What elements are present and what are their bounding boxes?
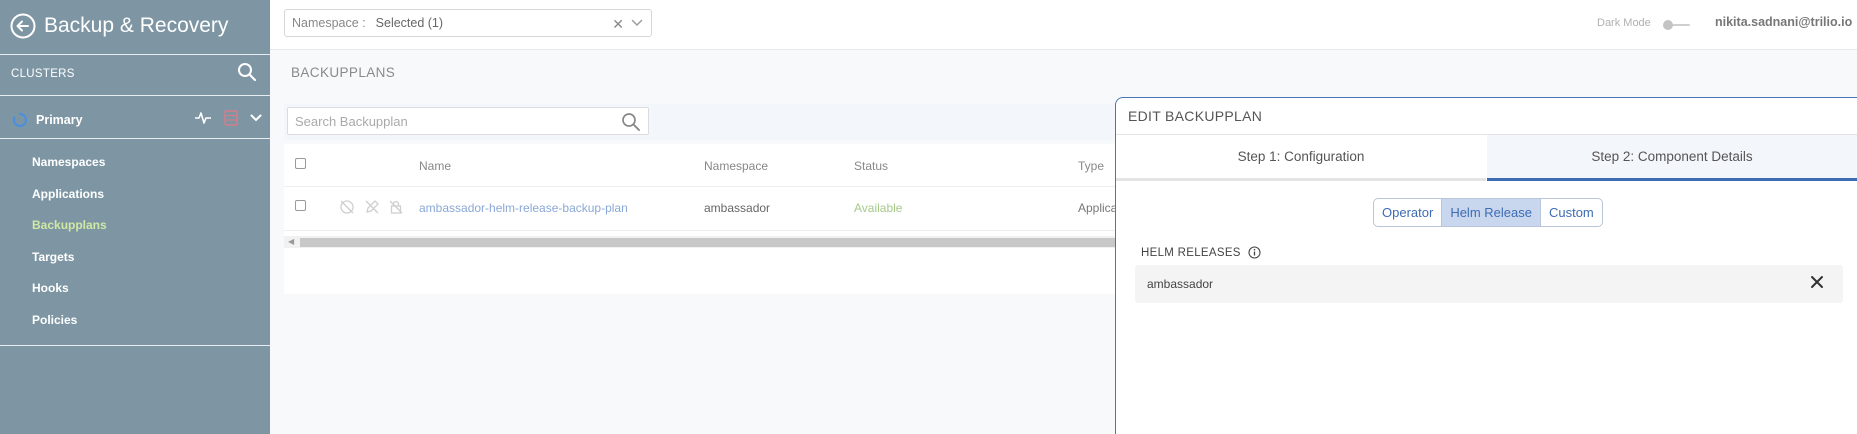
helm-release-name: ambassador [1147, 277, 1214, 291]
sidebar-nav: Namespaces Applications Backupplans Targ… [32, 154, 107, 344]
info-icon[interactable] [1248, 246, 1261, 259]
select-all-checkbox[interactable] [295, 158, 306, 169]
namespace-value: Selected (1) [375, 16, 444, 30]
row-checkbox[interactable] [295, 200, 306, 211]
panel-tabs: Step 1: Configuration Step 2: Component … [1116, 134, 1857, 181]
search-icon[interactable] [621, 112, 641, 132]
tab-step2-component-details[interactable]: Step 2: Component Details [1487, 135, 1857, 181]
app-title-text: Backup & Recovery [44, 14, 229, 37]
divider [0, 54, 270, 55]
segment-custom[interactable]: Custom [1539, 199, 1602, 226]
page-title: BACKUPPLANS [291, 65, 396, 80]
sidebar-item-targets[interactable]: Targets [32, 249, 107, 281]
helm-releases-label-text: HELM RELEASES [1141, 246, 1241, 259]
backupplan-name-link[interactable]: ambassador-helm-release-backup-plan [419, 201, 628, 215]
clear-icon[interactable]: ✕ [612, 16, 624, 33]
topbar: Namespace : Selected (1) ✕ Dark Mode nik… [270, 0, 1857, 50]
sidebar-item-backupplans[interactable]: Backupplans [32, 217, 107, 249]
back-arrow-icon[interactable] [10, 13, 36, 39]
cluster-primary[interactable]: Primary [12, 110, 262, 130]
helm-release-item: ambassador [1135, 265, 1843, 303]
sidebar-item-policies[interactable]: Policies [32, 312, 107, 344]
panel-title: EDIT BACKUPPLAN [1128, 108, 1263, 124]
scroll-left-icon[interactable]: ◀ [288, 237, 294, 246]
divider [0, 345, 270, 346]
divider [0, 95, 270, 96]
clusters-label: CLUSTERS [11, 68, 75, 80]
helm-releases-label: HELM RELEASES [1141, 246, 1261, 259]
database-icon[interactable] [224, 110, 238, 126]
edit-disabled-icon[interactable] [364, 199, 380, 215]
namespace-label: Namespace : [292, 16, 366, 30]
column-status[interactable]: Status [854, 159, 888, 173]
sidebar-item-namespaces[interactable]: Namespaces [32, 154, 107, 186]
column-namespace[interactable]: Namespace [704, 159, 768, 173]
divider [0, 138, 270, 139]
user-email[interactable]: nikita.sadnani@trilio.io [1715, 15, 1852, 29]
cluster-name: Primary [36, 113, 83, 127]
chevron-down-icon[interactable] [250, 113, 262, 123]
dark-mode-label: Dark Mode [1597, 17, 1651, 29]
tab-step1-configuration[interactable]: Step 1: Configuration [1116, 135, 1486, 181]
namespace-select[interactable]: Namespace : Selected (1) ✕ [284, 9, 652, 37]
component-type-segmented-control: Operator Helm Release Custom [1373, 198, 1603, 227]
dark-mode-toggle[interactable] [1662, 19, 1692, 31]
segment-helm-release[interactable]: Helm Release [1441, 199, 1540, 226]
activity-icon[interactable] [194, 111, 212, 125]
search-icon[interactable] [237, 62, 257, 82]
segment-operator[interactable]: Operator [1374, 199, 1441, 226]
column-type[interactable]: Type [1078, 159, 1104, 173]
lock-disabled-icon[interactable] [388, 199, 404, 215]
app-title[interactable]: Backup & Recovery [10, 10, 228, 42]
edit-backupplan-panel: EDIT BACKUPPLAN Step 1: Configuration St… [1115, 97, 1857, 434]
cluster-status-icon [12, 112, 28, 128]
sidebar-item-hooks[interactable]: Hooks [32, 280, 107, 312]
status-badge: Available [854, 201, 903, 215]
backup-disabled-icon[interactable] [339, 199, 355, 215]
remove-icon[interactable] [1809, 274, 1825, 290]
sidebar: Backup & Recovery CLUSTERS Primary Names… [0, 0, 270, 434]
search-backupplan-input[interactable]: Search Backupplan [287, 107, 649, 135]
backupplan-namespace: ambassador [704, 201, 771, 215]
sidebar-item-applications[interactable]: Applications [32, 186, 107, 218]
chevron-down-icon[interactable] [631, 18, 643, 28]
search-placeholder: Search Backupplan [295, 114, 408, 129]
column-name[interactable]: Name [419, 159, 451, 173]
